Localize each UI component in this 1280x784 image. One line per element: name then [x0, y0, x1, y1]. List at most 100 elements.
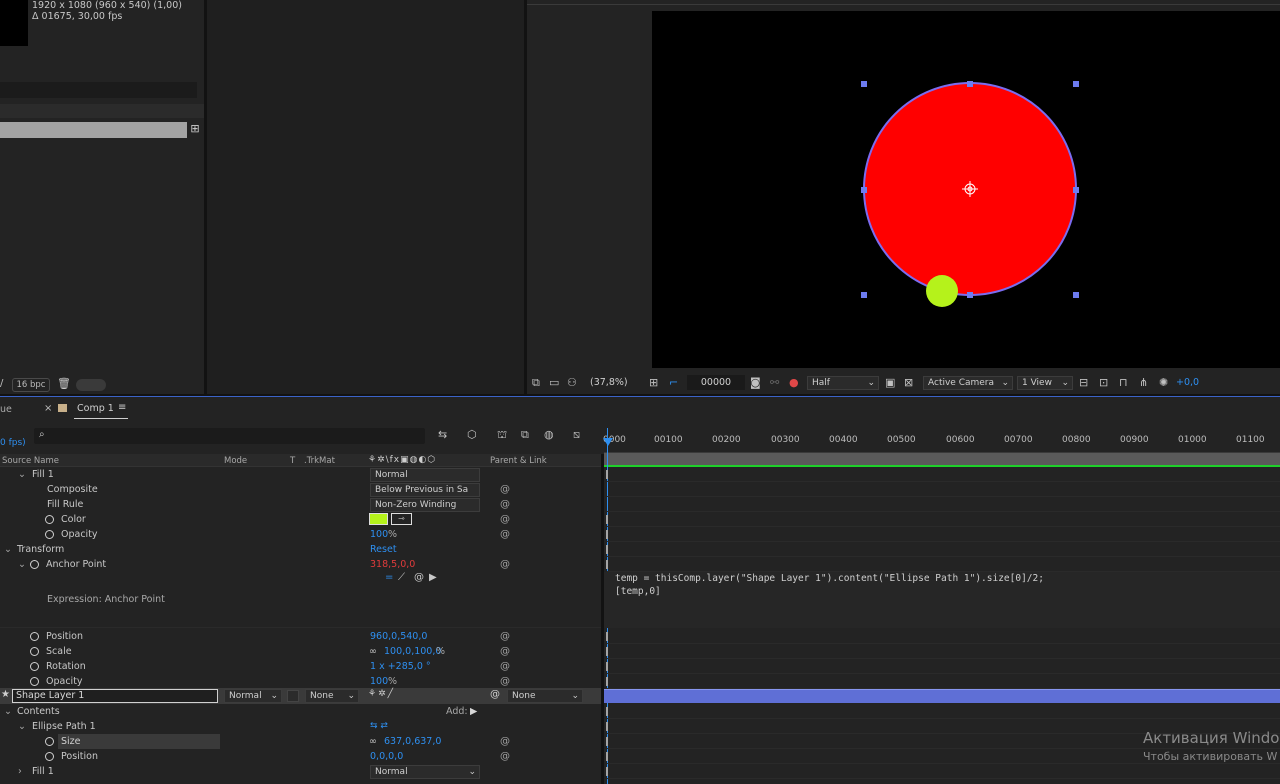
pickwhip-icon[interactable]: @: [500, 659, 510, 674]
project-selected-item[interactable]: [0, 122, 187, 138]
always-preview-icon[interactable]: ⧉: [532, 376, 540, 390]
pickwhip-icon[interactable]: @: [500, 749, 510, 764]
property-row[interactable]: Rotation 1 x +285,0 ° @: [0, 659, 601, 674]
anchor-point-value[interactable]: 318,5,0,0: [370, 557, 415, 572]
expression-language-menu-icon[interactable]: ▶: [429, 572, 437, 583]
layer-name-field[interactable]: Shape Layer 1: [12, 689, 218, 703]
chevron-down-icon[interactable]: ⌄: [18, 557, 26, 572]
property-row[interactable]: Size ∞ 637,0,637,0 @: [0, 734, 601, 749]
stopwatch-icon[interactable]: [30, 632, 39, 641]
timecode-field[interactable]: 00000: [687, 375, 745, 390]
link-icon[interactable]: ∞: [369, 644, 377, 659]
property-row[interactable]: Scale ∞ 100,0,100,0 % @: [0, 644, 601, 659]
stopwatch-icon[interactable]: [45, 515, 54, 524]
pickwhip-icon[interactable]: @: [500, 629, 510, 644]
pickwhip-icon[interactable]: @: [500, 674, 510, 689]
property-row[interactable]: Position 0,0,0,0 @: [0, 749, 601, 764]
composition-mini-flowchart-icon[interactable]: ⇆: [438, 428, 447, 441]
flowchart-icon[interactable]: ⊞: [188, 122, 202, 138]
property-row[interactable]: ⌄ Ellipse Path 1 ⇆ ⇄: [0, 719, 601, 734]
zoom-level[interactable]: (37,8%): [590, 377, 628, 388]
pickwhip-icon[interactable]: @: [500, 557, 510, 572]
close-icon[interactable]: ×: [44, 403, 52, 414]
work-area-bar[interactable]: [604, 453, 1280, 465]
bbox-handle[interactable]: [1073, 292, 1079, 298]
property-row[interactable]: ⌄ Contents Add: ▶: [0, 704, 601, 719]
transform-reset-link[interactable]: Reset: [370, 542, 397, 557]
render-queue-tab[interactable]: ue: [0, 404, 12, 415]
shy-layers-icon[interactable]: ⛫: [497, 428, 507, 443]
pickwhip-icon[interactable]: @: [500, 527, 510, 542]
bbox-handle[interactable]: [861, 292, 867, 298]
chevron-right-icon[interactable]: ›: [18, 764, 22, 779]
color-channels-icon[interactable]: ●: [789, 376, 799, 389]
fill-blend-mode-select[interactable]: Normal ⌄: [370, 765, 480, 779]
roi-icon[interactable]: ▣: [885, 376, 895, 389]
add-menu-icon[interactable]: ▶: [470, 704, 477, 719]
layer-switches[interactable]: ⚘✲╱: [368, 689, 395, 699]
toggle-pixel-aspect-icon[interactable]: ⊟: [1079, 376, 1088, 389]
position-value[interactable]: 0,0,0,0: [370, 749, 403, 764]
trash-icon[interactable]: 🗑: [57, 377, 71, 390]
playhead-marker[interactable]: [603, 438, 613, 446]
monitor-icon[interactable]: ▭: [549, 376, 559, 389]
bbox-handle[interactable]: [861, 187, 867, 193]
composite-select[interactable]: Below Previous in Sa: [370, 483, 480, 497]
bbox-handle[interactable]: [1073, 187, 1079, 193]
draft-3d-icon[interactable]: ⬡: [467, 428, 477, 441]
layer-search-input[interactable]: ⌕: [34, 428, 425, 444]
frame-blending-icon[interactable]: ⧉: [521, 428, 529, 442]
mask-icon[interactable]: ⚇: [567, 376, 577, 389]
stopwatch-icon[interactable]: [45, 530, 54, 539]
grid-icon[interactable]: ⊞: [649, 376, 658, 389]
preserve-transparency-checkbox[interactable]: [287, 690, 299, 702]
bbox-handle[interactable]: [967, 292, 973, 298]
color-swatch[interactable]: [369, 513, 388, 525]
chevron-down-icon[interactable]: ⌄: [4, 542, 12, 557]
property-row[interactable]: › Fill 1 Normal ⌄: [0, 764, 601, 779]
switches-header-icons[interactable]: ⚘✲\fx▣◍◐⬡: [368, 455, 436, 465]
resolution-select[interactable]: Half ⌄: [807, 376, 879, 390]
parent-select[interactable]: None ⌄: [507, 689, 583, 703]
bbox-handle[interactable]: [861, 81, 867, 87]
link-icon[interactable]: ∞: [369, 734, 377, 749]
graph-editor-icon[interactable]: ⧅: [573, 428, 580, 442]
exposure-reset-icon[interactable]: ✺: [1159, 376, 1168, 389]
pencil-icon[interactable]: /: [0, 378, 3, 389]
layer-row[interactable]: ★ Shape Layer 1 Normal ⌄ None ⌄ ⚘✲╱ @ No…: [0, 688, 601, 704]
flowchart-icon[interactable]: ⋔: [1139, 376, 1148, 389]
property-row[interactable]: Position 960,0,540,0 @: [0, 629, 601, 644]
property-row[interactable]: ⌄ Fill 1 Normal: [0, 467, 601, 482]
view-layout-select[interactable]: 1 View ⌄: [1017, 376, 1073, 390]
pickwhip-icon[interactable]: @: [490, 689, 500, 700]
trkmat-select[interactable]: None ⌄: [305, 689, 359, 703]
snapshot-camera-icon[interactable]: ◙: [750, 376, 761, 389]
pickwhip-icon[interactable]: @: [500, 497, 510, 512]
property-row[interactable]: Opacity 100 % @: [0, 674, 601, 689]
transparency-grid-icon[interactable]: ⊠: [904, 376, 913, 389]
exposure-value[interactable]: +0,0: [1176, 377, 1199, 388]
pickwhip-icon[interactable]: @: [500, 482, 510, 497]
project-scrollbar[interactable]: [76, 379, 106, 391]
chevron-down-icon[interactable]: ⌄: [18, 719, 26, 734]
property-row[interactable]: ⌄ Anchor Point 318,5,0,0 @: [0, 557, 601, 572]
stopwatch-icon[interactable]: [30, 662, 39, 671]
expression-editor[interactable]: temp = thisComp.layer("Shape Layer 1").c…: [604, 572, 1280, 628]
opacity-value[interactable]: 100: [370, 527, 388, 542]
mode-header[interactable]: Mode: [224, 456, 247, 466]
fill-blend-mode-select[interactable]: Normal: [370, 468, 480, 482]
region-icon[interactable]: ⌐: [669, 376, 678, 389]
fill-rule-select[interactable]: Non-Zero Winding: [370, 498, 480, 512]
t-header[interactable]: T: [290, 456, 295, 466]
stopwatch-icon[interactable]: [30, 560, 39, 569]
trkmat-header[interactable]: .TrkMat: [304, 456, 335, 466]
show-snapshot-icon[interactable]: ⚯: [770, 376, 779, 389]
motion-blur-icon[interactable]: ◍: [544, 428, 554, 441]
tab-comp1[interactable]: Comp 1: [77, 403, 114, 414]
tab-menu-icon[interactable]: ≡: [118, 402, 126, 413]
parent-link-header[interactable]: Parent & Link: [490, 456, 547, 466]
fast-previews-icon[interactable]: ⊡: [1099, 376, 1108, 389]
bbox-handle[interactable]: [1073, 81, 1079, 87]
scale-value[interactable]: 100,0,100,0: [384, 644, 441, 659]
property-row[interactable]: ⌄ Transform Reset: [0, 542, 601, 557]
